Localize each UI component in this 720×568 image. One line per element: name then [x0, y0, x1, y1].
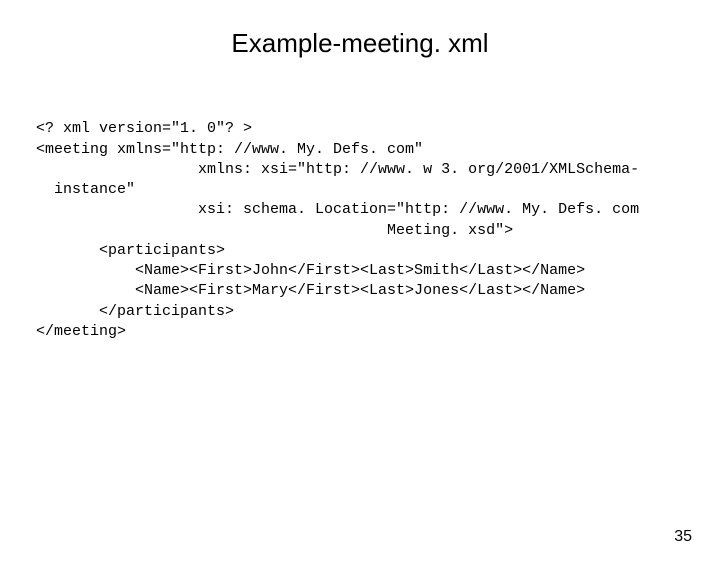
code-line: <Name><First>John</First><Last>Smith</La…	[36, 262, 585, 279]
code-line: </participants>	[36, 303, 234, 320]
code-block: <? xml version="1. 0"? > <meeting xmlns=…	[36, 99, 720, 342]
code-line: Meeting. xsd">	[36, 222, 513, 239]
code-line: xsi: schema. Location="http: //www. My. …	[36, 201, 639, 218]
code-line: <participants>	[36, 242, 225, 259]
page-number: 35	[674, 528, 692, 546]
code-line: <Name><First>Mary</First><Last>Jones</La…	[36, 282, 585, 299]
code-line: <? xml version="1. 0"? >	[36, 120, 252, 137]
slide-title: Example-meeting. xml	[0, 28, 720, 59]
code-line: </meeting>	[36, 323, 126, 340]
code-line: instance"	[36, 181, 135, 198]
code-line: xmlns: xsi="http: //www. w 3. org/2001/X…	[36, 161, 639, 178]
code-line: <meeting xmlns="http: //www. My. Defs. c…	[36, 141, 423, 158]
